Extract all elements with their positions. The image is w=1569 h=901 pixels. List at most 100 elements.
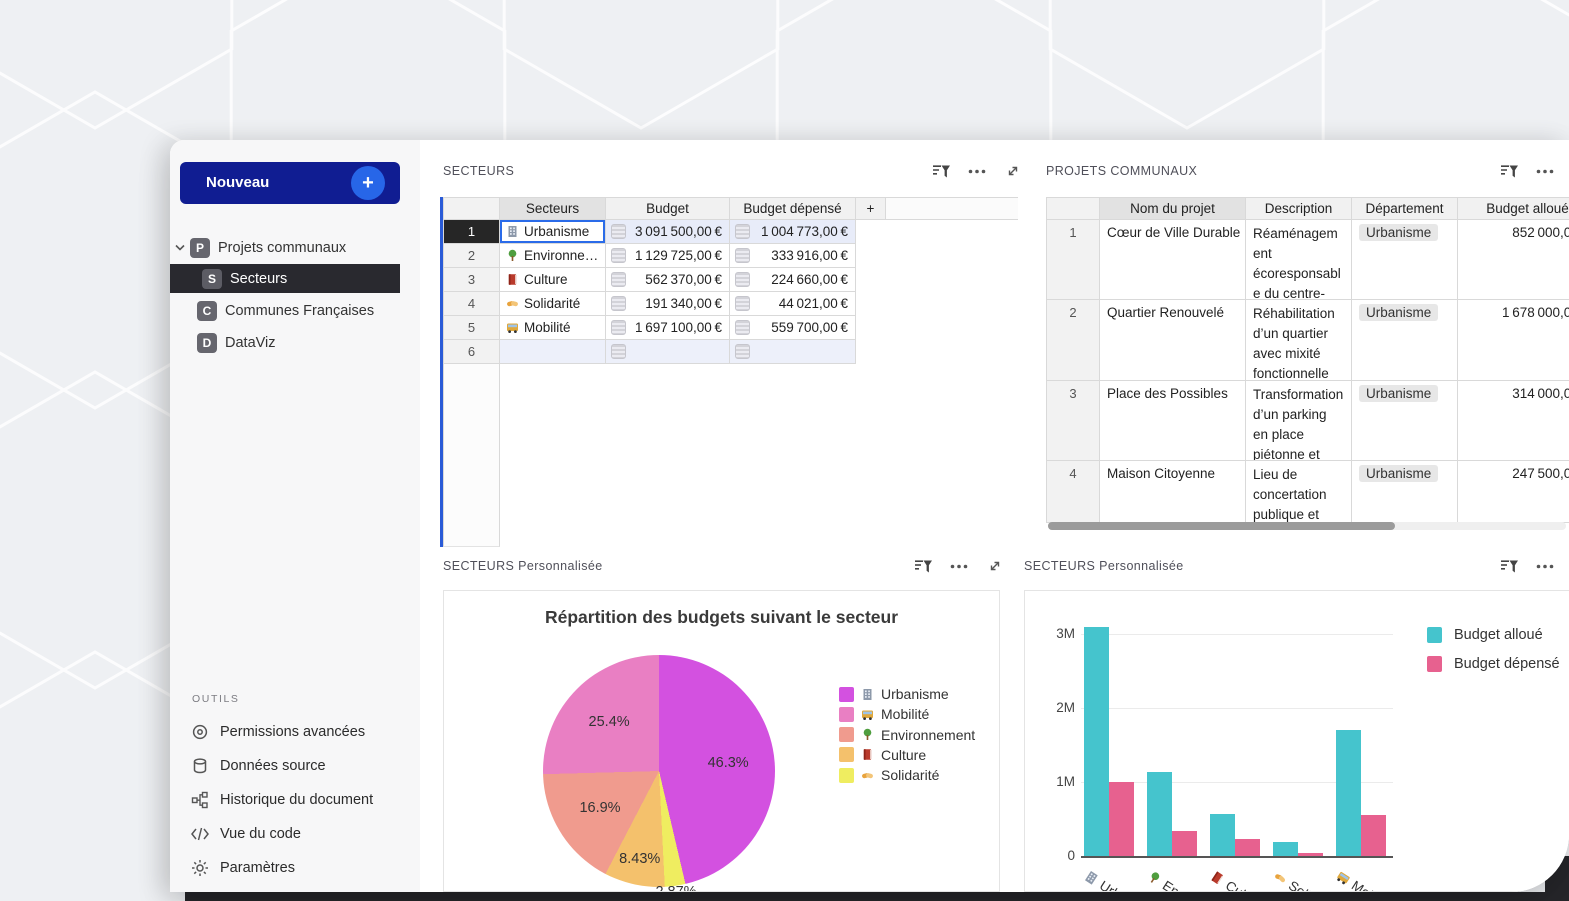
- column-header-budget-dépensé[interactable]: Budget dépensé: [730, 197, 856, 220]
- column-header-secteurs[interactable]: Secteurs: [500, 197, 606, 220]
- expand-icon[interactable]: [1002, 162, 1024, 180]
- cell-budget-depense[interactable]: 1 004 773,00 €: [730, 220, 856, 244]
- filter-sort-icon[interactable]: [912, 557, 934, 575]
- cell-budget[interactable]: 1 697 100,00 €: [606, 316, 730, 340]
- cell-budget-depense[interactable]: 333 916,00 €: [730, 244, 856, 268]
- sidebar-item-communes-francaises[interactable]: C Communes Françaises: [170, 296, 400, 325]
- cell-departement[interactable]: Urbanisme: [1352, 461, 1458, 523]
- sidebar-tool-vue-du-code[interactable]: Vue du code: [170, 820, 410, 848]
- column-header-description[interactable]: Description: [1246, 197, 1352, 220]
- projets-table: Nom du projet Description Département Budge…: [1046, 197, 1569, 523]
- cell-budget[interactable]: 191 340,00 €: [606, 292, 730, 316]
- row-number[interactable]: 2: [443, 244, 500, 268]
- bar-budget-alloué-urbanisme[interactable]: [1084, 627, 1109, 856]
- bar-budget-dépensé-environnement[interactable]: [1172, 831, 1197, 856]
- cell-description[interactable]: Réhabilitation d’un quartier avec mixité…: [1246, 300, 1352, 381]
- more-options-icon[interactable]: [966, 162, 988, 180]
- cell-secteur[interactable]: [500, 340, 606, 364]
- column-header-département[interactable]: Département: [1352, 197, 1458, 220]
- cell-budget-alloue[interactable]: 247 500,00 €: [1458, 461, 1569, 523]
- row-number[interactable]: 3: [443, 268, 500, 292]
- sidebar-tool-donnees-source[interactable]: Données source: [170, 752, 410, 780]
- secteurs-table: Secteurs Budget Budget dépensé +1 Urbanisme 3…: [443, 197, 1018, 364]
- plus-icon[interactable]: +: [351, 166, 385, 200]
- legend-item-mobilité[interactable]: Mobilité: [839, 706, 929, 722]
- expand-icon[interactable]: [984, 557, 1006, 575]
- history-icon: [190, 790, 210, 810]
- cell-nom-du-projet[interactable]: Quartier Renouvelé: [1100, 300, 1246, 381]
- cell-nom-du-projet[interactable]: Cœur de Ville Durable: [1100, 220, 1246, 300]
- row-number[interactable]: 4: [1046, 461, 1100, 523]
- row-number[interactable]: 4: [443, 292, 500, 316]
- cell-departement[interactable]: Urbanisme: [1352, 300, 1458, 381]
- bar-budget-dépensé-solidarité[interactable]: [1298, 852, 1323, 856]
- cell-budget[interactable]: 3 091 500,00 €: [606, 220, 730, 244]
- bar-budget-alloué-environnement[interactable]: [1147, 772, 1172, 856]
- row-number[interactable]: 1: [443, 220, 500, 244]
- sidebar-tool-historique[interactable]: Historique du document: [170, 786, 410, 814]
- bar-budget-dépensé-urbanisme[interactable]: [1109, 781, 1134, 856]
- column-header-budget-alloué[interactable]: Budget alloué: [1458, 197, 1569, 220]
- cell-budget-alloue[interactable]: 852 000,00 €: [1458, 220, 1569, 300]
- bar-budget-dépensé-mobilité[interactable]: [1361, 814, 1386, 856]
- cell-description[interactable]: Réaménagement écoresponsable du centre-v…: [1246, 220, 1352, 300]
- add-column-button[interactable]: +: [856, 197, 886, 220]
- cell-secteur[interactable]: Environnement: [500, 244, 606, 268]
- more-options-icon[interactable]: [1534, 557, 1556, 575]
- sidebar-item-dataviz[interactable]: D DataViz: [170, 328, 400, 357]
- row-number[interactable]: 2: [1046, 300, 1100, 381]
- cell-budget-depense[interactable]: [730, 340, 856, 364]
- sidebar-tool-parametres[interactable]: Paramètres: [170, 854, 410, 882]
- bar-budget-alloué-solidarité[interactable]: [1273, 841, 1298, 856]
- cell-budget-depense[interactable]: 559 700,00 €: [730, 316, 856, 340]
- cell-secteur[interactable]: Urbanisme: [500, 220, 606, 244]
- bar-budget-alloué-culture[interactable]: [1210, 814, 1235, 856]
- row-number[interactable]: 1: [1046, 220, 1100, 300]
- legend-item-culture[interactable]: Culture: [839, 747, 926, 763]
- widget-title-projets: PROJETS COMMUNAUX: [1046, 164, 1198, 178]
- column-header-nom-du-projet[interactable]: Nom du projet: [1100, 197, 1246, 220]
- row-number-header[interactable]: [1046, 197, 1100, 220]
- cell-description[interactable]: Lieu de concertation publique et: [1246, 461, 1352, 523]
- legend-item-solidarité[interactable]: Solidarité: [839, 767, 939, 783]
- cell-secteur[interactable]: Solidarité: [500, 292, 606, 316]
- legend-item-environnement[interactable]: Environnement: [839, 727, 975, 743]
- filter-sort-icon[interactable]: [1498, 162, 1520, 180]
- legend-item-budget-alloué[interactable]: Budget alloué: [1427, 627, 1543, 643]
- row-number[interactable]: 6: [443, 340, 500, 364]
- legend-item-budget-dépensé[interactable]: Budget dépensé: [1427, 656, 1560, 672]
- row-number[interactable]: 5: [443, 316, 500, 340]
- column-header-budget[interactable]: Budget: [606, 197, 730, 220]
- sidebar-tool-permissions[interactable]: Permissions avancées: [170, 718, 410, 746]
- sidebar-item-secteurs[interactable]: S Secteurs: [170, 264, 400, 293]
- filter-sort-icon[interactable]: [930, 162, 952, 180]
- bar-budget-dépensé-culture[interactable]: [1235, 839, 1260, 856]
- legend-item-urbanisme[interactable]: Urbanisme: [839, 686, 949, 702]
- cell-budget[interactable]: 562 370,00 €: [606, 268, 730, 292]
- cell-budget-alloue[interactable]: 314 000,00 €: [1458, 381, 1569, 461]
- legend-label: Mobilité: [881, 706, 930, 723]
- horizontal-scrollbar[interactable]: [1048, 522, 1395, 530]
- cell-departement[interactable]: Urbanisme: [1352, 381, 1458, 461]
- cell-secteur[interactable]: Culture: [500, 268, 606, 292]
- more-options-icon[interactable]: [1534, 162, 1556, 180]
- sidebar-item-projets-communaux[interactable]: P Projets communaux: [170, 233, 400, 262]
- cell-budget-depense[interactable]: 44 021,00 €: [730, 292, 856, 316]
- cell-secteur[interactable]: Mobilité: [500, 316, 606, 340]
- cell-departement[interactable]: Urbanisme: [1352, 220, 1458, 300]
- filter-sort-icon[interactable]: [1498, 557, 1520, 575]
- cell-nom-du-projet[interactable]: Maison Citoyenne: [1100, 461, 1246, 523]
- more-options-icon[interactable]: [948, 557, 970, 575]
- cell-description[interactable]: Transformation d’un parking en place pié…: [1246, 381, 1352, 461]
- bar-budget-alloué-mobilité[interactable]: [1336, 730, 1361, 856]
- cell-budget-depense[interactable]: 224 660,00 €: [730, 268, 856, 292]
- cell-nom-du-projet[interactable]: Place des Possibles: [1100, 381, 1246, 461]
- row-number-header[interactable]: [443, 197, 500, 220]
- chevron-down-icon[interactable]: [172, 240, 188, 256]
- bar-chart-panel: 01M2M3MUrbanismeEnvironnementCultureSoli…: [1024, 590, 1569, 892]
- row-number[interactable]: 3: [1046, 381, 1100, 461]
- cell-budget[interactable]: [606, 340, 730, 364]
- cell-budget-alloue[interactable]: 1 678 000,00 €: [1458, 300, 1569, 381]
- cell-budget[interactable]: 1 129 725,00 €: [606, 244, 730, 268]
- new-document-button[interactable]: Nouveau +: [180, 162, 400, 204]
